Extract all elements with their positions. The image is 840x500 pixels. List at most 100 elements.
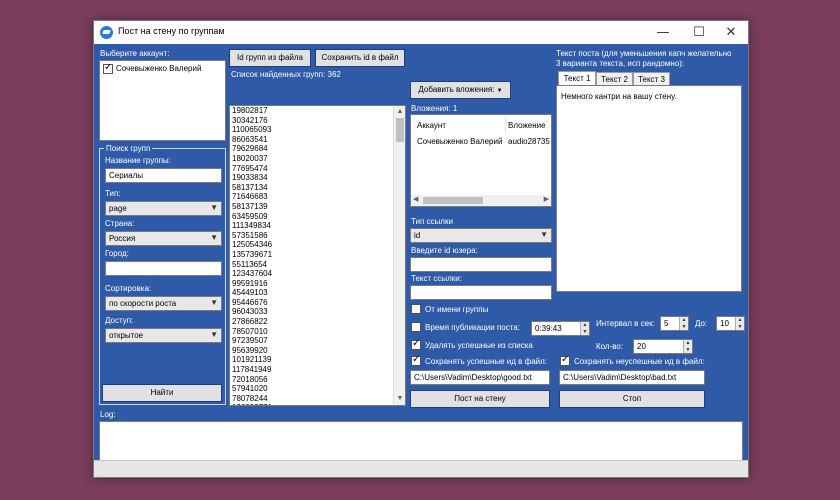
interval-spinner[interactable]: 5 ▲ ▼ (660, 316, 689, 331)
group-id-row[interactable]: 95446676 (230, 298, 405, 308)
group-ids-list[interactable]: 19802817 30342176 110065093 86063541 7962968… (229, 105, 406, 406)
scroll-up-icon[interactable]: ▲ (394, 106, 405, 118)
group-id-row[interactable]: 78507010 (230, 327, 405, 337)
group-id-row[interactable]: 18020037 (230, 154, 405, 164)
group-id-row[interactable]: 97239507 (230, 336, 405, 346)
ids-scrollbar[interactable]: ▲ ▼ (393, 106, 405, 405)
group-id-row[interactable]: 57351586 (230, 231, 405, 241)
group-id-row[interactable]: 125054346 (230, 240, 405, 250)
publish-time-checkbox[interactable] (411, 322, 421, 332)
group-id-row[interactable]: 19033834 (230, 173, 405, 183)
from-group-checkbox[interactable] (411, 304, 421, 314)
add-attachments-label: Добавить вложения: (418, 85, 495, 94)
sort-value: по скорости роста (109, 299, 177, 308)
title-bar[interactable]: Пост на стену по группам — ☐ ✕ (94, 21, 748, 44)
load-ids-button[interactable]: Id групп из файла (229, 49, 311, 67)
group-id-row[interactable]: 111349834 (230, 221, 405, 231)
group-id-row[interactable]: 19802817 (230, 106, 405, 116)
group-name-input[interactable]: Сериалы (105, 168, 222, 183)
group-id-row[interactable]: 78078244 (230, 394, 405, 404)
close-button[interactable]: ✕ (714, 21, 748, 44)
group-id-row[interactable]: 63459509 (230, 212, 405, 222)
type-select[interactable]: page ▼ (105, 201, 222, 216)
attachment-row-value[interactable]: audio28735 (508, 137, 550, 146)
save-fail-path-input[interactable]: C:\Users\Vadim\Desktop\bad.txt (559, 370, 705, 385)
group-id-row[interactable]: 95639920 (230, 346, 405, 356)
save-ids-button[interactable]: Сохранить id в файл (315, 49, 405, 67)
maximize-button[interactable]: ☐ (682, 21, 716, 44)
to-spinner[interactable]: 10 ▲ ▼ (716, 316, 745, 331)
attachments-hscrollbar[interactable]: ◀ ▶ (411, 195, 551, 206)
scroll-right-icon[interactable]: ▶ (544, 195, 549, 203)
scroll-down-icon[interactable]: ▼ (394, 393, 405, 405)
group-id-row[interactable]: 117841949 (230, 365, 405, 375)
group-id-row[interactable]: 77695474 (230, 164, 405, 174)
scroll-left-icon[interactable]: ◀ (413, 195, 418, 203)
status-bar (94, 460, 748, 477)
delete-success-checkbox[interactable] (411, 338, 421, 350)
ids-scroll-thumb[interactable] (396, 118, 404, 142)
user-id-input[interactable] (410, 257, 552, 272)
type-value: page (109, 204, 127, 213)
city-label: Город: (105, 249, 129, 258)
group-id-row[interactable]: 86063541 (230, 135, 405, 145)
group-id-row-partial[interactable]: 136092771 (230, 403, 405, 405)
to-value: 10 (720, 319, 729, 328)
link-type-label: Тип ссылки (411, 217, 453, 226)
delete-success-label: Удалять успешные из списка (425, 341, 533, 350)
user-id-label: Введите id юзера: (411, 246, 478, 255)
sort-select[interactable]: по скорости роста ▼ (105, 296, 222, 311)
stop-button[interactable]: Стоп (559, 390, 705, 408)
group-id-row[interactable]: 123437604 (230, 269, 405, 279)
account-checkbox[interactable] (103, 62, 113, 74)
country-label: Страна: (105, 219, 135, 228)
attachment-row-account[interactable]: Сочевыженко Валерий (417, 137, 502, 146)
minimize-button[interactable]: — (646, 21, 680, 44)
access-select[interactable]: открытое ▼ (105, 328, 222, 343)
group-id-row[interactable]: 55113654 (230, 260, 405, 270)
publish-time-picker[interactable]: 0:39:43 ▲ ▼ (531, 321, 590, 336)
spin-arrows-icon[interactable]: ▲ ▼ (735, 317, 744, 330)
group-id-row[interactable]: 71646683 (230, 192, 405, 202)
add-attachments-button[interactable]: Добавить вложения: ▼ (410, 81, 511, 99)
group-id-row[interactable]: 110065093 (230, 125, 405, 135)
main-window: Пост на стену по группам — ☐ ✕ Выберите … (93, 20, 749, 478)
save-success-checkbox[interactable] (411, 354, 421, 366)
post-to-wall-button[interactable]: Пост на стену (410, 390, 550, 408)
count-spinner[interactable]: 20 ▲ ▼ (633, 339, 693, 354)
tab-text-3[interactable]: Текст 3 (633, 72, 670, 86)
group-id-row[interactable]: 57941020 (230, 384, 405, 394)
group-id-row[interactable]: 72018056 (230, 375, 405, 385)
link-type-select[interactable]: id ▼ (410, 228, 552, 243)
group-id-row[interactable]: 79629684 (230, 144, 405, 154)
link-text-input[interactable] (410, 285, 552, 300)
spin-arrows-icon[interactable]: ▲ ▼ (679, 317, 688, 330)
tab-text-2[interactable]: Текст 2 (596, 72, 633, 86)
group-id-row[interactable]: 101921139 (230, 355, 405, 365)
group-id-row[interactable]: 45449103 (230, 288, 405, 298)
attachments-count-label: Вложения: 1 (411, 104, 458, 113)
group-id-row[interactable]: 30342176 (230, 116, 405, 126)
publish-time-label: Время публикации поста: (425, 323, 520, 332)
tab-text-1[interactable]: Текст 1 (558, 71, 596, 86)
city-input[interactable] (105, 261, 222, 276)
country-select[interactable]: Россия ▼ (105, 231, 222, 246)
group-id-row[interactable]: 96043033 (230, 307, 405, 317)
attachments-table[interactable]: Аккаунт Вложение Сочевыженко Валерий aud… (410, 114, 552, 207)
attachments-scroll-thumb[interactable] (423, 197, 483, 204)
publish-time-value: 0:39:43 (535, 324, 562, 333)
post-text-area[interactable]: Немного кантри на вашу стену. (556, 85, 742, 292)
group-id-row[interactable]: 27866822 (230, 317, 405, 327)
find-button[interactable]: Найти (102, 384, 222, 402)
spin-arrows-icon[interactable]: ▲ ▼ (683, 340, 692, 353)
group-id-row[interactable]: 58137139 (230, 202, 405, 212)
save-fail-checkbox[interactable] (560, 354, 570, 366)
group-id-row[interactable]: 58137134 (230, 183, 405, 193)
interval-label: Интервал в сек: (596, 319, 655, 328)
account-list[interactable]: Сочевыженко Валерий (99, 60, 226, 141)
group-id-row[interactable]: 99591916 (230, 279, 405, 289)
spin-arrows-icon[interactable]: ▲ ▼ (580, 322, 589, 335)
save-success-path-input[interactable]: C:\Users\Vadim\Desktop\good.txt (410, 370, 550, 385)
account-label: Выберите аккаунт: (100, 49, 170, 58)
group-id-row[interactable]: 135739671 (230, 250, 405, 260)
